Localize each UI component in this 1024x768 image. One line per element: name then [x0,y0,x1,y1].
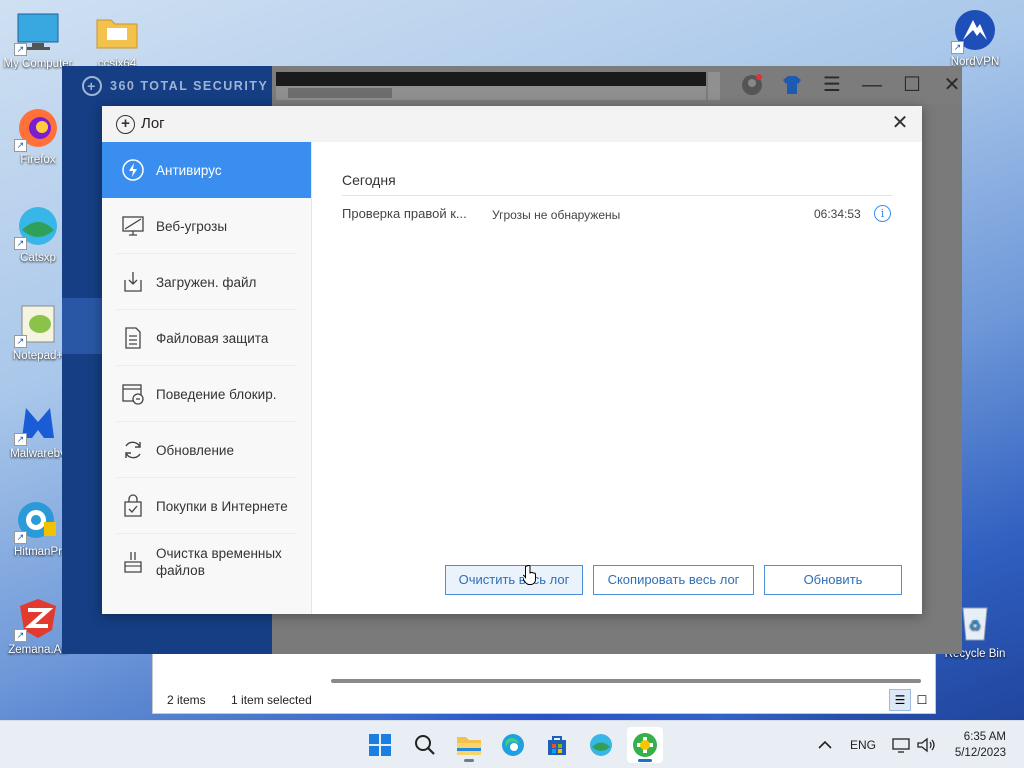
nav-item-antivirus[interactable]: Антивирус [102,142,311,198]
log-category-nav: Антивирус Веб-угрозы Загружен. файл Файл… [102,142,312,614]
taskbar-clock[interactable]: 6:35 AM 5/12/2023 [955,729,1006,761]
plus-logo-icon: + [116,115,135,134]
nav-label: Обновление [156,442,234,458]
log-event: Проверка правой к... [342,206,467,221]
catsxp-icon: ↗ [14,204,60,250]
nav-label: Файловая защита [156,330,269,346]
app-brand-text: 360 TOTAL SECURITY [110,79,269,93]
refresh-button[interactable]: Обновить [764,565,902,595]
app-sidebar-selected[interactable] [62,298,102,354]
folder-icon [95,10,139,54]
header-scrollbar[interactable] [276,86,706,100]
start-button[interactable] [362,727,398,763]
download-file-icon [120,269,146,295]
antivirus-icon [120,157,146,183]
catsxp-taskbar-icon[interactable] [583,727,619,763]
info-icon[interactable]: i [874,205,891,222]
nav-label: Покупки в Интернете [156,498,288,514]
maximize-icon[interactable]: ☐ [892,70,932,100]
desktop-icon-my-computer[interactable]: ↗ My Computer [0,10,76,70]
app-brand: + 360 TOTAL SECURITY [82,76,268,96]
tray-overflow-chevron-icon[interactable] [818,721,832,768]
status-selected-count: 1 item selected [231,693,312,707]
behavior-block-icon [120,381,146,407]
taskbar: ENG 6:35 AM 5/12/2023 [0,720,1024,768]
desktop-icon-nordvpn[interactable]: ↗ NordVPN [937,8,1013,68]
nav-item-online-shopping[interactable]: Покупки в Интернете [102,478,311,534]
log-content: Сегодня Проверка правой к... Угрозы не о… [313,142,922,614]
volume-icon[interactable] [916,721,936,768]
nav-label: Антивирус [156,162,222,178]
header-scroll-arrows[interactable] [708,72,720,100]
firefox-icon: ↗ [14,106,60,152]
search-icon[interactable] [407,727,443,763]
svg-text:♻: ♻ [969,618,982,634]
menu-icon[interactable]: ☰ [812,70,852,100]
status-item-count: 2 items [167,693,206,707]
monitor-icon: ↗ [14,10,60,56]
notepad-plus-icon: ↗ [14,302,60,348]
log-row: Проверка правой к... Угрозы не обнаружен… [342,200,892,228]
language-indicator[interactable]: ENG [850,721,876,768]
network-icon[interactable] [892,721,910,768]
header-strip [276,72,706,86]
clock-date: 5/12/2023 [954,747,1006,759]
skin-shirt-icon[interactable] [772,70,812,100]
explorer-status-bar: 2 items 1 item selected [167,693,334,707]
app-header: ☰ — ☐ ✕ [272,66,962,104]
file-explorer-taskbar-icon[interactable] [451,727,487,763]
section-divider [342,195,892,196]
zemana-icon: ↗ [14,596,60,642]
store-icon[interactable] [539,727,575,763]
nav-label: Веб-угрозы [156,218,228,234]
user-avatar-icon[interactable] [732,70,772,100]
log-dialog: + Лог ✕ Антивирус Веб-угрозы Загружен. ф… [102,106,922,614]
dialog-title: Лог [141,115,165,132]
log-result: Угрозы не обнаружены [492,208,621,222]
minimize-icon[interactable]: — [852,70,892,100]
nav-label: Очистка временных файлов [156,546,282,578]
nordvpn-icon: ↗ [951,8,997,54]
close-window-icon[interactable]: ✕ [932,70,972,100]
clock-time: 6:35 AM [963,731,1006,743]
nav-item-downloaded-file[interactable]: Загружен. файл [102,254,311,310]
close-icon[interactable]: ✕ [888,111,912,135]
horizontal-scrollbar[interactable] [331,679,921,683]
nav-label: Загружен. файл [156,274,257,290]
edge-icon[interactable] [495,727,531,763]
dialog-header: + Лог ✕ [102,106,922,142]
section-title-today: Сегодня [342,172,396,188]
nav-item-web-threats[interactable]: Веб-угрозы [102,198,311,254]
hitmanpro-icon: ↗ [14,498,60,544]
temp-cleanup-icon [120,549,146,575]
details-view-button[interactable]: ☰ [889,689,911,711]
hand-cursor-icon [523,565,536,585]
nav-label: Поведение блокир. [156,386,277,402]
malwarebytes-icon: ↗ [14,400,60,446]
file-protection-icon [120,325,146,351]
copy-log-button[interactable]: Скопировать весь лог [593,565,754,595]
nav-item-behavior-block[interactable]: Поведение блокир. [102,366,311,422]
nav-item-update[interactable]: Обновление [102,422,311,478]
nav-item-file-protection[interactable]: Файловая защита [102,310,311,366]
web-threats-icon [120,213,146,239]
desktop-icon-label: ccsix64 [97,58,137,66]
total-security-taskbar-icon[interactable] [627,727,663,763]
large-icons-view-button[interactable]: ☐ [911,689,933,711]
nav-item-temp-cleanup[interactable]: Очистка временных файлов [102,534,311,590]
desktop-icon-folder[interactable]: ccsix64 [79,10,155,66]
update-icon [120,437,146,463]
plus-logo-icon: + [82,76,102,96]
log-time: 06:34:53 [814,207,861,221]
clear-log-button[interactable]: Очистить весь лог [445,565,583,595]
shopping-icon [120,493,146,519]
